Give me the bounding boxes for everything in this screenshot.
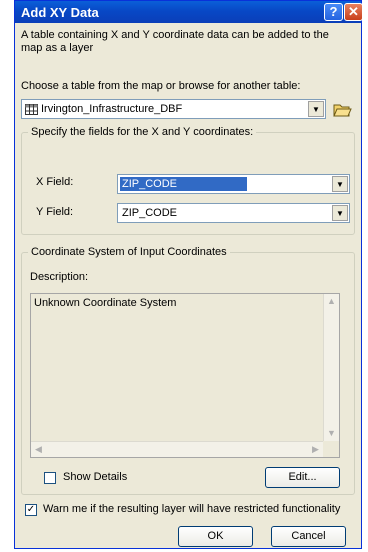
close-button[interactable]: ✕ <box>344 3 363 21</box>
ok-button[interactable]: OK <box>178 526 253 547</box>
intro-text: A table containing X and Y coordinate da… <box>21 29 329 54</box>
coordinate-system-legend: Coordinate System of Input Coordinates <box>28 246 230 258</box>
title-bar[interactable]: Add XY Data ? ✕ <box>15 1 363 23</box>
table-icon <box>25 104 38 118</box>
coordinate-system-group: Coordinate System of Input Coordinates D… <box>21 246 355 495</box>
dialog-title: Add XY Data <box>21 5 99 20</box>
warn-label: Warn me if the resulting layer will have… <box>43 503 341 515</box>
chevron-down-icon[interactable]: ▼ <box>332 205 348 221</box>
scroll-right-icon[interactable]: ▶ <box>308 442 323 457</box>
edit-button[interactable]: Edit... <box>265 467 340 488</box>
warn-checkbox[interactable]: ✓ <box>25 504 37 516</box>
table-select[interactable]: Irvington_Infrastructure_DBF ▼ <box>21 99 326 119</box>
description-textbox[interactable]: Unknown Coordinate System ▲ ▼ ◀ ▶ <box>30 293 340 458</box>
description-text: Unknown Coordinate System <box>34 297 177 309</box>
chevron-down-icon[interactable]: ▼ <box>332 176 348 192</box>
open-folder-icon <box>331 104 353 123</box>
x-field-value: ZIP_CODE <box>120 177 248 191</box>
add-xy-data-dialog: Add XY Data ? ✕ A table containing X and… <box>14 0 363 549</box>
horizontal-scrollbar[interactable]: ◀ ▶ <box>31 441 323 457</box>
scroll-left-icon[interactable]: ◀ <box>31 442 46 457</box>
browse-button[interactable] <box>331 98 353 120</box>
show-details-checkbox[interactable] <box>44 472 56 484</box>
y-field-value: ZIP_CODE <box>122 207 178 219</box>
x-field-select[interactable]: ZIP_CODE ▼ <box>117 174 350 194</box>
checkmark-icon: ✓ <box>26 504 36 515</box>
table-select-value: Irvington_Infrastructure_DBF <box>41 103 183 115</box>
help-button[interactable]: ? <box>324 3 343 21</box>
y-field-select[interactable]: ZIP_CODE ▼ <box>117 203 350 223</box>
y-field-label: Y Field: <box>36 206 74 218</box>
xy-fields-group: Specify the fields for the X and Y coord… <box>21 126 355 235</box>
description-label: Description: <box>30 271 89 283</box>
scroll-down-icon[interactable]: ▼ <box>324 426 339 441</box>
cancel-button[interactable]: Cancel <box>271 526 346 547</box>
vertical-scrollbar[interactable]: ▲ ▼ <box>323 294 339 441</box>
show-details-label: Show Details <box>63 471 128 483</box>
scroll-up-icon[interactable]: ▲ <box>324 294 339 309</box>
xy-fields-legend: Specify the fields for the X and Y coord… <box>28 126 257 138</box>
choose-table-label: Choose a table from the map or browse fo… <box>21 80 301 92</box>
x-field-label: X Field: <box>36 176 74 188</box>
chevron-down-icon[interactable]: ▼ <box>308 101 324 117</box>
